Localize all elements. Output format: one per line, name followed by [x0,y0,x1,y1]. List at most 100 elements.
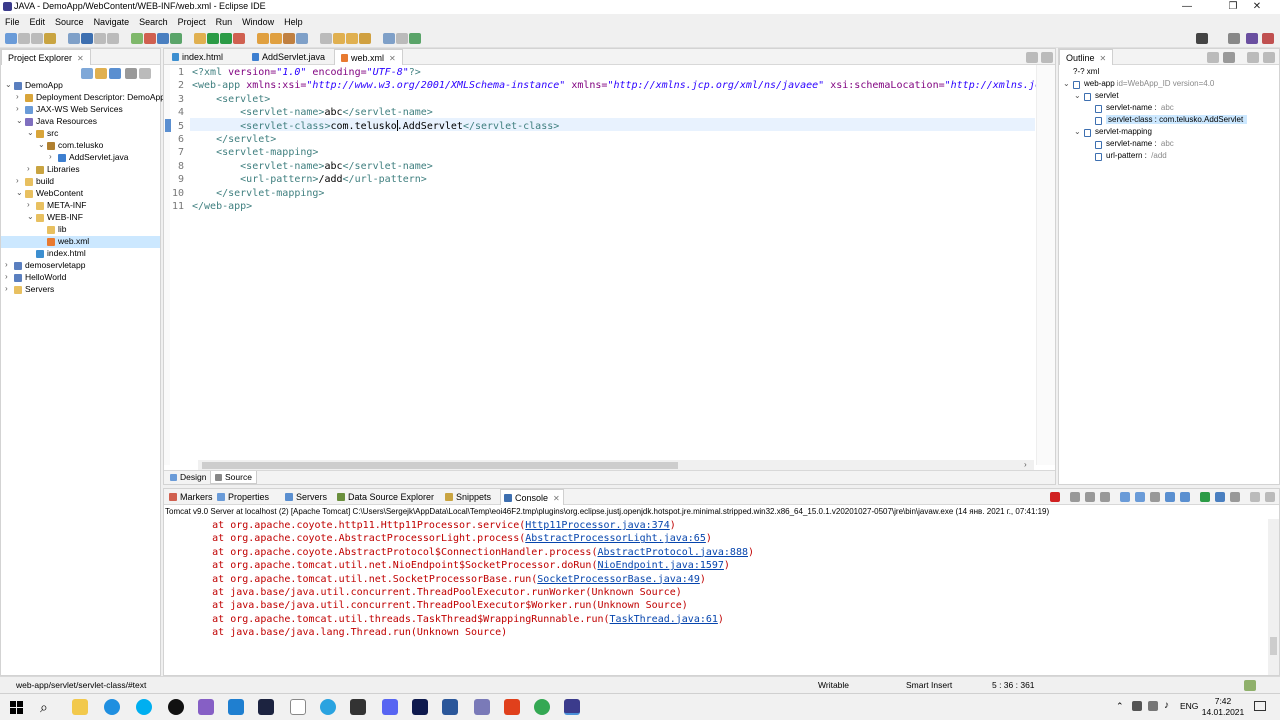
chevron-right-icon[interactable]: › [16,92,24,101]
volume-icon[interactable]: ♪ [1164,700,1169,711]
tree-item[interactable]: index.html [1,248,160,260]
external-tools-icon[interactable] [233,33,245,44]
code-line[interactable]: </servlet-mapping> [192,187,324,200]
code-line[interactable]: <servlet-name>abc</servlet-name> [192,160,433,173]
tray-chevron-icon[interactable]: ⌃ [1116,701,1124,712]
show-stderr-icon[interactable] [1165,492,1175,502]
minimize-view-icon[interactable] [1250,492,1260,502]
source-link[interactable]: TaskThread.java:61 [610,614,718,625]
tree-item[interactable]: › META-INF [1,200,160,212]
outline-tab[interactable]: Outline ✕ [1059,49,1114,65]
visual-studio-icon[interactable] [198,699,214,715]
new-package-icon[interactable] [270,33,282,44]
chevron-right-icon[interactable]: › [5,260,13,269]
minimize-view-icon[interactable] [1247,52,1259,63]
code-line[interactable]: </web-app> [192,200,252,213]
telegram-icon[interactable] [320,699,336,715]
search-icon[interactable]: ⌕ [40,699,48,716]
console-output[interactable]: at org.apache.coyote.http11.Http11Proces… [164,519,1264,669]
tab-properties[interactable]: Properties [214,489,272,505]
office-icon[interactable] [504,699,520,715]
eclipse-taskbar-icon[interactable] [564,699,580,715]
editor-tab[interactable]: index.html [166,49,229,65]
close-icon[interactable]: ✕ [389,54,396,63]
filter-icon[interactable] [109,68,121,79]
back-icon[interactable] [359,33,371,44]
chevron-down-icon[interactable]: ⌄ [1074,91,1082,100]
tree-item[interactable]: › HelloWorld [1,272,160,284]
menu-item-run[interactable]: Run [211,14,238,30]
pin-console-icon[interactable] [1180,492,1190,502]
photoshop-icon[interactable] [412,699,428,715]
pin-icon[interactable] [396,33,408,44]
run-icon[interactable] [131,33,143,44]
input-language[interactable]: ENG [1180,701,1198,711]
debug-icon[interactable] [81,33,93,44]
forward-icon[interactable] [383,33,395,44]
save-icon[interactable] [18,33,30,44]
next-annotation-icon[interactable] [333,33,345,44]
tab-data-source-explorer[interactable]: Data Source Explorer [334,489,437,505]
outline-item[interactable]: servlet-class : com.telusko.AddServlet [1059,115,1279,127]
chevron-right-icon[interactable]: › [5,284,13,293]
outline-item[interactable]: ⌄ servlet-mapping [1059,127,1279,139]
open-type-icon[interactable] [44,33,56,44]
build-icon[interactable] [68,33,80,44]
edge-icon[interactable] [104,699,120,715]
remove-all-icon[interactable] [1085,492,1095,502]
chevron-right-icon[interactable]: › [16,176,24,185]
tree-item[interactable]: › Servers [1,284,160,296]
console-scrollbar[interactable] [1268,519,1279,675]
terminate-icon[interactable] [107,33,119,44]
chevron-down-icon[interactable]: ⌄ [27,128,35,137]
tab-snippets[interactable]: Snippets [442,489,494,505]
save-all-icon[interactable] [31,33,43,44]
tree-item[interactable]: ⌄ src [1,128,160,140]
app-icon[interactable] [474,699,490,715]
file-explorer-icon[interactable] [72,699,88,715]
code-line[interactable]: <servlet-name>abc</servlet-name> [192,106,433,119]
source-link[interactable]: AbstractProcessorLight.java:65 [525,533,706,544]
tab-markers[interactable]: Markers [166,489,216,505]
project-explorer-tab[interactable]: Project Explorer ✕ [1,49,91,65]
code-line[interactable]: <web-app xmlns:xsi="http://www.w3.org/20… [192,79,1041,92]
skype-icon[interactable] [136,699,152,715]
chevron-down-icon[interactable]: ⌄ [5,80,13,89]
maximize-view-icon[interactable] [1041,52,1053,63]
editor-mode-tab-design[interactable]: Design [166,471,210,484]
chevron-right-icon[interactable]: › [16,104,24,113]
tree-item[interactable]: › build [1,176,160,188]
clear-console-icon[interactable] [1100,492,1110,502]
notifications-icon[interactable] [1254,701,1266,711]
refresh-icon[interactable] [170,33,182,44]
close-icon[interactable]: ✕ [1100,54,1107,63]
word-wrap-icon[interactable] [1135,492,1145,502]
chevron-down-icon[interactable]: ⌄ [27,212,35,221]
source-link[interactable]: Http11Processor.java:374 [525,520,670,531]
editor-tab[interactable]: AddServlet.java [246,49,331,65]
minimize-button[interactable]: — [1164,0,1210,14]
chevron-right-icon[interactable]: › [49,152,57,161]
taskbar-clock[interactable]: 7:42 14.01.2021 [1200,696,1246,718]
chevron-down-icon[interactable]: ⌄ [16,116,24,125]
tab-console[interactable]: Console ✕ [500,489,564,505]
stop-icon[interactable] [144,33,156,44]
sort-icon[interactable] [1207,52,1219,63]
tray-app-icon[interactable] [1132,701,1142,711]
view-menu-icon[interactable] [125,68,137,79]
chevron-right-icon[interactable]: › [27,200,35,209]
scroll-right-arrow-icon[interactable]: › [1024,460,1027,469]
new-class-icon[interactable] [283,33,295,44]
code-line[interactable]: <?xml version="1.0" encoding="UTF-8"?> [192,66,421,79]
menu-item-search[interactable]: Search [134,14,173,30]
chevron-down-icon[interactable]: ⌄ [1063,79,1071,88]
network-icon[interactable] [1148,701,1158,711]
show-stdout-icon[interactable] [1150,492,1160,502]
outline-item[interactable]: servlet-name : abc [1059,103,1279,115]
search-file-icon[interactable] [194,33,206,44]
discord-icon[interactable] [382,699,398,715]
close-icon[interactable]: ✕ [77,54,84,63]
word-icon[interactable] [442,699,458,715]
intellij-icon[interactable] [258,699,274,715]
tree-item[interactable]: ⌄ WEB-INF [1,212,160,224]
